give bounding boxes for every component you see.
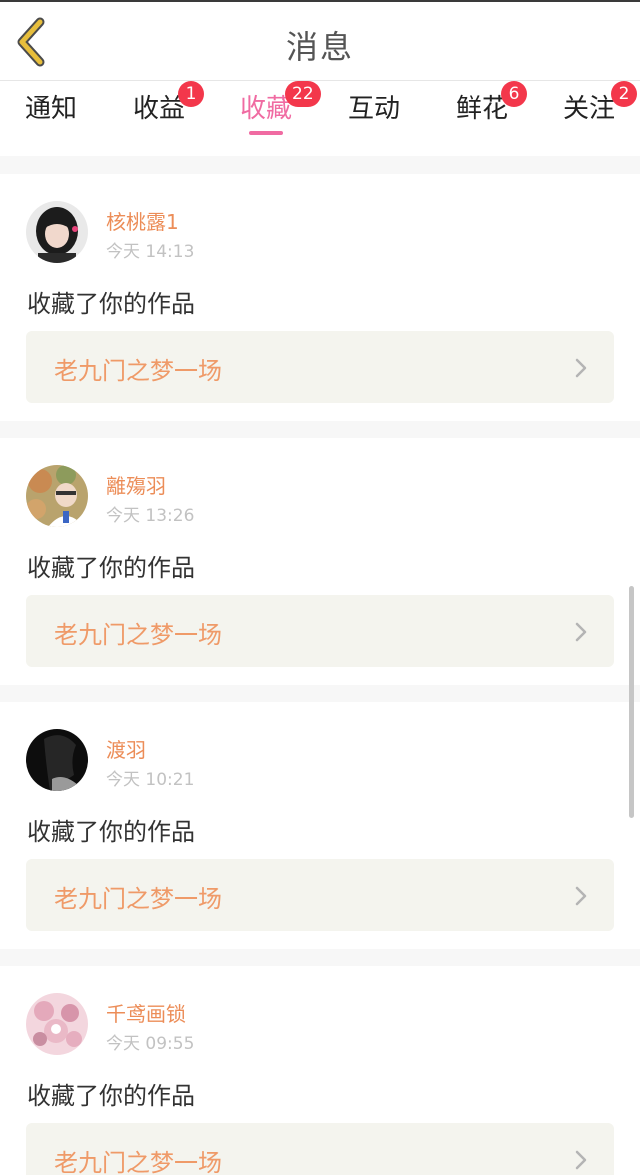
- unread-badge: 22: [285, 81, 321, 107]
- unread-badge: 6: [501, 81, 527, 107]
- top-navigation-bar: 消息: [0, 2, 640, 80]
- message-category-tabs: 通知 收益 1 收藏 22 互动 鲜花 6 关注 2: [0, 80, 640, 156]
- tab-earnings[interactable]: 收益 1: [114, 81, 204, 147]
- user-photo: [26, 729, 88, 791]
- work-title: 老九门之梦一场: [54, 885, 222, 913]
- timestamp: 今天 10:21: [106, 770, 195, 790]
- tab-interactions[interactable]: 互动: [329, 91, 419, 147]
- user-photo: [26, 993, 88, 1055]
- list-item: 渡羽 今天 10:21 收藏了你的作品 老九门之梦一场: [0, 702, 640, 949]
- work-link[interactable]: 老九门之梦一场: [26, 595, 614, 667]
- work-link[interactable]: 老九门之梦一场: [26, 859, 614, 931]
- work-title: 老九门之梦一场: [54, 621, 222, 649]
- unread-badge: 2: [611, 81, 637, 107]
- work-link[interactable]: 老九门之梦一场: [26, 331, 614, 403]
- notification-text: 收藏了你的作品: [27, 1082, 195, 1110]
- avatar[interactable]: [26, 729, 88, 791]
- list-item: 千鸢画锁 今天 09:55 收藏了你的作品 老九门之梦一场: [0, 966, 640, 1175]
- tab-favorites[interactable]: 收藏 22: [221, 81, 321, 147]
- chevron-right-icon: [575, 1150, 587, 1170]
- avatar[interactable]: [26, 465, 88, 527]
- scrollbar[interactable]: [629, 586, 634, 818]
- chevron-right-icon: [575, 622, 587, 642]
- user-photo: [26, 465, 88, 527]
- active-tab-indicator: [249, 131, 283, 135]
- username[interactable]: 核桃露1: [106, 206, 179, 235]
- work-link[interactable]: 老九门之梦一场: [26, 1123, 614, 1175]
- username[interactable]: 離殤羽: [106, 470, 166, 499]
- tab-flowers[interactable]: 鲜花 6: [437, 81, 527, 147]
- unread-badge: 1: [178, 81, 204, 107]
- username[interactable]: 千鸢画锁: [106, 998, 186, 1027]
- list-item: 核桃露1 今天 14:13 收藏了你的作品 老九门之梦一场: [0, 174, 640, 421]
- list-item: 離殤羽 今天 13:26 收藏了你的作品 老九门之梦一场: [0, 438, 640, 685]
- notification-text: 收藏了你的作品: [27, 290, 195, 318]
- page-title: 消息: [285, 28, 354, 66]
- chevron-right-icon: [575, 886, 587, 906]
- chevron-right-icon: [575, 358, 587, 378]
- notification-text: 收藏了你的作品: [27, 554, 195, 582]
- notification-text: 收藏了你的作品: [27, 818, 195, 846]
- avatar[interactable]: [26, 201, 88, 263]
- timestamp: 今天 14:13: [106, 242, 195, 262]
- tab-follows[interactable]: 关注 2: [544, 81, 637, 147]
- work-title: 老九门之梦一场: [54, 1149, 222, 1175]
- username[interactable]: 渡羽: [106, 734, 146, 763]
- tab-notifications[interactable]: 通知: [6, 91, 96, 147]
- tab-label: 通知: [24, 94, 77, 124]
- avatar[interactable]: [26, 993, 88, 1055]
- timestamp: 今天 13:26: [106, 506, 195, 526]
- tab-label: 互动: [347, 94, 400, 124]
- work-title: 老九门之梦一场: [54, 357, 222, 385]
- user-photo: [26, 201, 88, 263]
- timestamp: 今天 09:55: [106, 1034, 195, 1054]
